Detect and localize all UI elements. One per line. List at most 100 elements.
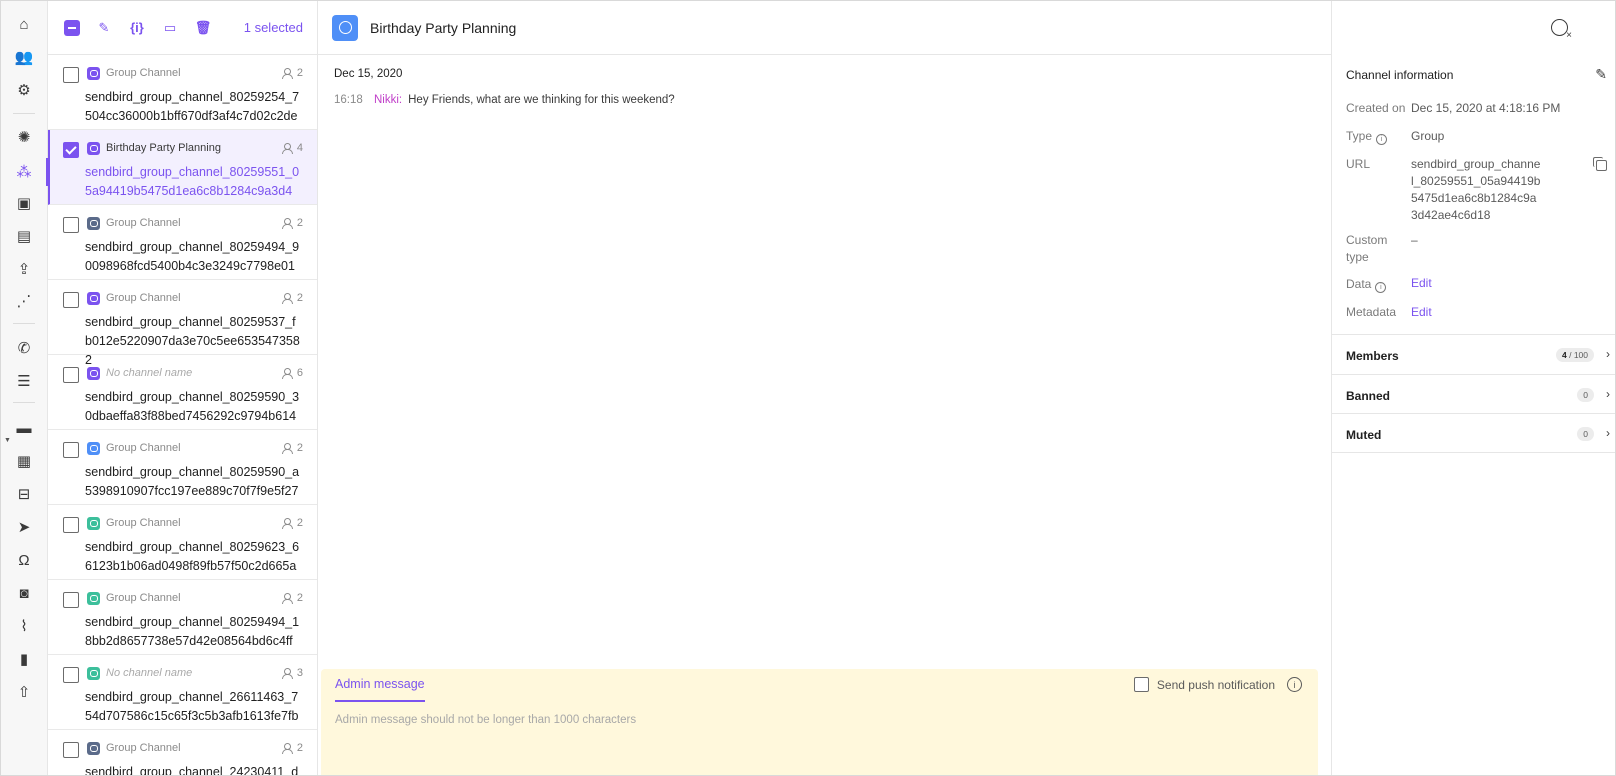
banned-label: Banned bbox=[1346, 389, 1391, 403]
member-count: 2 bbox=[281, 217, 303, 229]
analytics-icon[interactable]: ⋰ bbox=[10, 287, 38, 315]
channel-url: sendbird_group_channel_80259590_30dbaeff… bbox=[85, 390, 300, 423]
channel-row[interactable]: Group Channel 2 sendbird_group_channel_802… bbox=[48, 580, 317, 655]
row-checkbox[interactable] bbox=[63, 742, 79, 758]
member-count-value: 2 bbox=[296, 742, 303, 754]
channel-rows: Group Channel 2 sendbird_group_channel_802… bbox=[48, 55, 317, 776]
members-count: 4 bbox=[1561, 350, 1567, 360]
row-checkbox[interactable] bbox=[63, 142, 79, 158]
channel-url: sendbird_group_channel_80259623_66123b1b… bbox=[85, 540, 300, 573]
nav-rail: ⌂ 👥 ⚙ ✺ ⁂ ▣ ▤ ⇪ ⋰ ✆ ☰ ▼ ▬ ▦ ⊟ ➤ Ω ◙ ⌇ ▮ … bbox=[1, 1, 48, 775]
push-notification-label: Send push notification bbox=[1156, 677, 1275, 692]
channel-type-icon bbox=[87, 217, 100, 230]
tab-admin-message[interactable]: Admin message bbox=[335, 677, 425, 702]
metadata-edit-link[interactable]: Edit bbox=[1411, 304, 1432, 321]
edit-icon[interactable]: ✎ bbox=[95, 19, 113, 37]
members-section[interactable]: Members 4 / 100 › bbox=[1332, 335, 1615, 374]
url-value: sendbird_group_channel_80259551_05a94419… bbox=[1411, 157, 1541, 222]
channel-name: Group Channel bbox=[106, 592, 181, 604]
channel-row[interactable]: Group Channel 2 sendbird_group_channel_802… bbox=[48, 505, 317, 580]
channel-row[interactable]: Group Channel 2 sendbird_group_channel_242… bbox=[48, 730, 317, 776]
channel-type-icon bbox=[87, 367, 100, 380]
channel-url: sendbird_group_channel_80259590_a5398910… bbox=[85, 465, 300, 498]
person-icon bbox=[281, 218, 293, 229]
message-row[interactable]: 16:18 Nikki: Hey Friends, what are we th… bbox=[334, 94, 675, 106]
person-icon bbox=[281, 368, 293, 379]
channel-row[interactable]: No channel name 3 sendbird_group_channel_2… bbox=[48, 655, 317, 730]
admin-message-composer: Admin message Send push notification i bbox=[321, 669, 1318, 775]
inbox-icon[interactable]: ⊟ bbox=[10, 480, 38, 508]
person-icon bbox=[281, 518, 293, 529]
channel-url: sendbird_group_channel_26611463_754d7075… bbox=[85, 690, 299, 723]
users-icon[interactable]: 👥 bbox=[10, 43, 38, 71]
upload-icon[interactable]: ⇪ bbox=[10, 255, 38, 283]
reported-icon[interactable]: ▣ bbox=[10, 189, 38, 217]
channel-row[interactable]: Birthday Party Planning 4 sendbird_group_c… bbox=[48, 130, 317, 205]
desk-icon[interactable]: ▬ bbox=[10, 414, 38, 442]
info-icon[interactable]: i bbox=[1375, 282, 1387, 293]
message-sender: Nikki: bbox=[374, 94, 403, 106]
pencil-icon[interactable]: ✎ bbox=[1595, 66, 1607, 83]
member-count: 2 bbox=[281, 742, 303, 754]
row-checkbox[interactable] bbox=[63, 592, 79, 608]
chevron-right-icon: › bbox=[1606, 426, 1610, 440]
channel-row[interactable]: Group Channel 2 sendbird_group_channel_802… bbox=[48, 280, 317, 367]
copy-icon[interactable] bbox=[1593, 157, 1607, 171]
created-value: Dec 15, 2020 at 4:18:16 PM bbox=[1411, 101, 1561, 115]
contacts-icon[interactable]: ◙ bbox=[10, 579, 38, 607]
channel-row[interactable]: Group Channel 2 sendbird_group_channel_802… bbox=[48, 430, 317, 505]
row-checkbox[interactable] bbox=[63, 67, 79, 83]
select-all-checkbox[interactable] bbox=[64, 19, 80, 36]
metadata-icon[interactable]: {i} bbox=[128, 19, 146, 37]
member-count: 3 bbox=[281, 667, 303, 679]
metadata-label: Metadata bbox=[1346, 305, 1397, 319]
messages-icon[interactable]: ▤ bbox=[10, 222, 38, 250]
row-checkbox[interactable] bbox=[63, 667, 79, 683]
data-edit-link[interactable]: Edit bbox=[1411, 275, 1432, 292]
channel-name: Group Channel bbox=[106, 517, 181, 529]
member-count: 2 bbox=[281, 517, 303, 529]
members-label: Members bbox=[1346, 349, 1399, 363]
channel-row[interactable]: No channel name 6 sendbird_group_channel_8… bbox=[48, 355, 317, 430]
stats-icon[interactable]: ▮ bbox=[10, 645, 38, 673]
monitor-icon[interactable]: ⌇ bbox=[10, 612, 38, 640]
muted-section[interactable]: Muted 0 › bbox=[1332, 414, 1615, 453]
info-icon[interactable]: i bbox=[1287, 677, 1302, 692]
member-count-value: 2 bbox=[296, 517, 303, 529]
info-icon[interactable]: i bbox=[1376, 134, 1388, 145]
push-notification-checkbox[interactable] bbox=[1133, 677, 1149, 692]
person-icon bbox=[281, 293, 293, 304]
admin-message-input[interactable] bbox=[335, 714, 1295, 726]
headset-icon[interactable]: Ω bbox=[10, 546, 38, 574]
chat-pane: Birthday Party Planning Dec 15, 2020 16:… bbox=[318, 1, 1331, 775]
banned-section[interactable]: Banned 0 › bbox=[1332, 375, 1615, 414]
row-checkbox[interactable] bbox=[63, 292, 79, 308]
list-icon[interactable]: ☰ bbox=[10, 367, 38, 395]
chat-app-icon[interactable]: ✺ bbox=[10, 123, 38, 151]
group-channels-icon[interactable]: ⁂ bbox=[10, 158, 38, 186]
divider bbox=[1332, 452, 1615, 453]
row-checkbox[interactable] bbox=[63, 217, 79, 233]
channel-row[interactable]: Group Channel 2 sendbird_group_channel_802… bbox=[48, 55, 317, 130]
export-icon[interactable]: ⇧ bbox=[10, 678, 38, 706]
chevron-right-icon: › bbox=[1606, 387, 1610, 401]
channel-url: sendbird_group_channel_80259551_05a94419… bbox=[85, 165, 300, 198]
send-icon[interactable]: ➤ bbox=[10, 513, 38, 541]
channel-name: Group Channel bbox=[106, 442, 181, 454]
settings-icon[interactable]: ⚙ bbox=[10, 76, 38, 104]
home-icon[interactable]: ⌂ bbox=[10, 10, 38, 38]
message-icon[interactable]: ▭ bbox=[161, 19, 179, 37]
message-time: 16:18 bbox=[334, 94, 363, 106]
channel-row[interactable]: Group Channel 2 sendbird_group_channel_802… bbox=[48, 205, 317, 280]
calls-icon[interactable]: ✆ bbox=[10, 334, 38, 362]
row-checkbox[interactable] bbox=[63, 442, 79, 458]
chevron-right-icon: › bbox=[1606, 347, 1610, 361]
row-checkbox[interactable] bbox=[63, 517, 79, 533]
tickets-icon[interactable]: ▦ bbox=[10, 447, 38, 475]
channel-name: Birthday Party Planning bbox=[106, 142, 221, 154]
muted-count-badge: 0 bbox=[1577, 427, 1594, 441]
trash-icon[interactable]: 🗑 bbox=[194, 19, 212, 37]
channel-url: sendbird_group_channel_24230411_d bbox=[85, 765, 299, 776]
person-icon bbox=[281, 143, 293, 154]
row-checkbox[interactable] bbox=[63, 367, 79, 383]
